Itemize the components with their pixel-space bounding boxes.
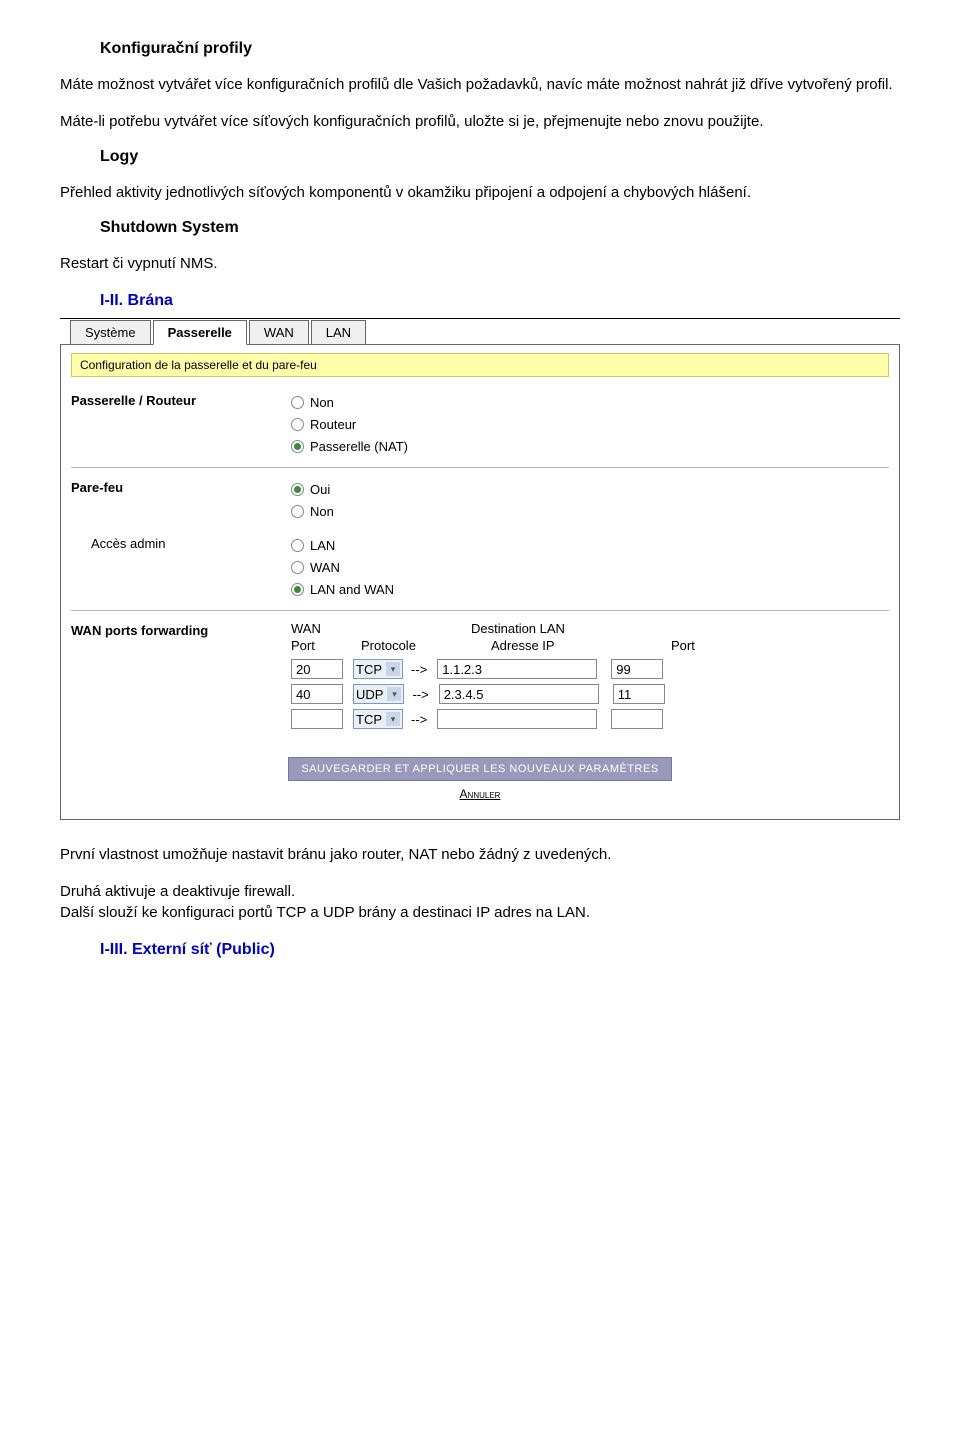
heading-profiles: Konfigurační profily <box>100 40 900 58</box>
heading-brana: I-II. Brána <box>100 292 900 310</box>
radio-admin-lan-label: LAN <box>310 538 335 553</box>
para-logs: Přehled aktivity jednotlivých síťových k… <box>60 182 900 203</box>
radio-admin-both-label: LAN and WAN <box>310 582 394 597</box>
radio-firewall-oui[interactable] <box>291 483 304 496</box>
fwd-port-input[interactable] <box>291 684 343 704</box>
chevron-down-icon: ▾ <box>387 687 401 701</box>
heading-externi-sit: I-III. Externí síť (Public) <box>100 941 900 959</box>
arrow-text: --> <box>411 662 427 677</box>
radio-admin-both[interactable] <box>291 583 304 596</box>
fwd-sub-dport: Port <box>671 638 741 653</box>
fwd-row: TCP▾ --> <box>291 659 889 679</box>
para-brana-2: Druhá aktivuje a deaktivuje firewall. <box>60 881 900 902</box>
fwd-ip-input[interactable] <box>439 684 599 704</box>
fwd-header-dest: Destination LAN <box>471 621 565 636</box>
arrow-text: --> <box>411 712 427 727</box>
radio-gateway-routeur[interactable] <box>291 418 304 431</box>
gateway-options: Non Routeur Passerelle (NAT) <box>291 391 889 457</box>
cancel-link[interactable]: Annuler <box>71 787 889 801</box>
separator <box>71 610 889 611</box>
fwd-sub-ip: Adresse IP <box>491 638 671 653</box>
radio-admin-wan-label: WAN <box>310 560 340 575</box>
radio-gateway-nat-label: Passerelle (NAT) <box>310 439 408 454</box>
tab-passerelle[interactable]: Passerelle <box>153 320 247 345</box>
tab-bar: Système Passerelle WAN LAN <box>70 319 900 344</box>
tab-wan[interactable]: WAN <box>249 320 309 344</box>
chevron-down-icon: ▾ <box>386 712 400 726</box>
radio-gateway-non[interactable] <box>291 396 304 409</box>
fwd-ip-input[interactable] <box>437 709 597 729</box>
arrow-text: --> <box>412 687 428 702</box>
fwd-proto-select[interactable]: TCP▾ <box>353 709 403 729</box>
fwd-proto-select[interactable]: UDP▾ <box>353 684 404 704</box>
fwd-row: UDP▾ --> <box>291 684 889 704</box>
radio-gateway-non-label: Non <box>310 395 334 410</box>
fwd-dport-input[interactable] <box>611 709 663 729</box>
fwd-dport-input[interactable] <box>613 684 665 704</box>
radio-firewall-oui-label: Oui <box>310 482 330 497</box>
fwd-row: TCP▾ --> <box>291 709 889 729</box>
para-brana-3: Další slouží ke konfiguraci portů TCP a … <box>60 902 900 923</box>
label-fwd: WAN ports forwarding <box>71 621 291 638</box>
label-gateway: Passerelle / Routeur <box>71 391 291 408</box>
info-bar: Configuration de la passerelle et du par… <box>71 353 889 377</box>
save-apply-button[interactable]: SAUVEGARDER ET APPLIQUER LES NOUVEAUX PA… <box>288 757 671 781</box>
fwd-port-input[interactable] <box>291 709 343 729</box>
tab-systeme[interactable]: Système <box>70 320 151 344</box>
radio-admin-lan[interactable] <box>291 539 304 552</box>
radio-gateway-nat[interactable] <box>291 440 304 453</box>
para-profiles-2: Máte-li potřebu vytvářet více síťových k… <box>60 111 900 132</box>
fwd-header-wan: WAN <box>291 621 471 636</box>
para-brana-1: První vlastnost umožňuje nastavit bránu … <box>60 844 900 865</box>
fwd-port-input[interactable] <box>291 659 343 679</box>
separator <box>71 467 889 468</box>
radio-firewall-non[interactable] <box>291 505 304 518</box>
fwd-sub-proto: Protocole <box>361 638 491 653</box>
heading-shutdown: Shutdown System <box>100 219 900 237</box>
firewall-options: Oui Non <box>291 478 889 522</box>
fwd-ip-input[interactable] <box>437 659 597 679</box>
admin-options: LAN WAN LAN and WAN <box>291 534 889 600</box>
config-panel: Système Passerelle WAN LAN Configuration… <box>60 318 900 820</box>
para-shutdown: Restart či vypnutí NMS. <box>60 253 900 274</box>
radio-firewall-non-label: Non <box>310 504 334 519</box>
label-admin: Accès admin <box>71 534 291 551</box>
chevron-down-icon: ▾ <box>386 662 400 676</box>
radio-gateway-routeur-label: Routeur <box>310 417 356 432</box>
para-profiles-1: Máte možnost vytvářet více konfiguračníc… <box>60 74 900 95</box>
fwd-dport-input[interactable] <box>611 659 663 679</box>
tab-lan[interactable]: LAN <box>311 320 366 344</box>
heading-logs: Logy <box>100 148 900 166</box>
label-firewall: Pare-feu <box>71 478 291 495</box>
tab-body: Configuration de la passerelle et du par… <box>60 344 900 820</box>
fwd-sub-port: Port <box>291 638 361 653</box>
radio-admin-wan[interactable] <box>291 561 304 574</box>
fwd-proto-select[interactable]: TCP▾ <box>353 659 403 679</box>
